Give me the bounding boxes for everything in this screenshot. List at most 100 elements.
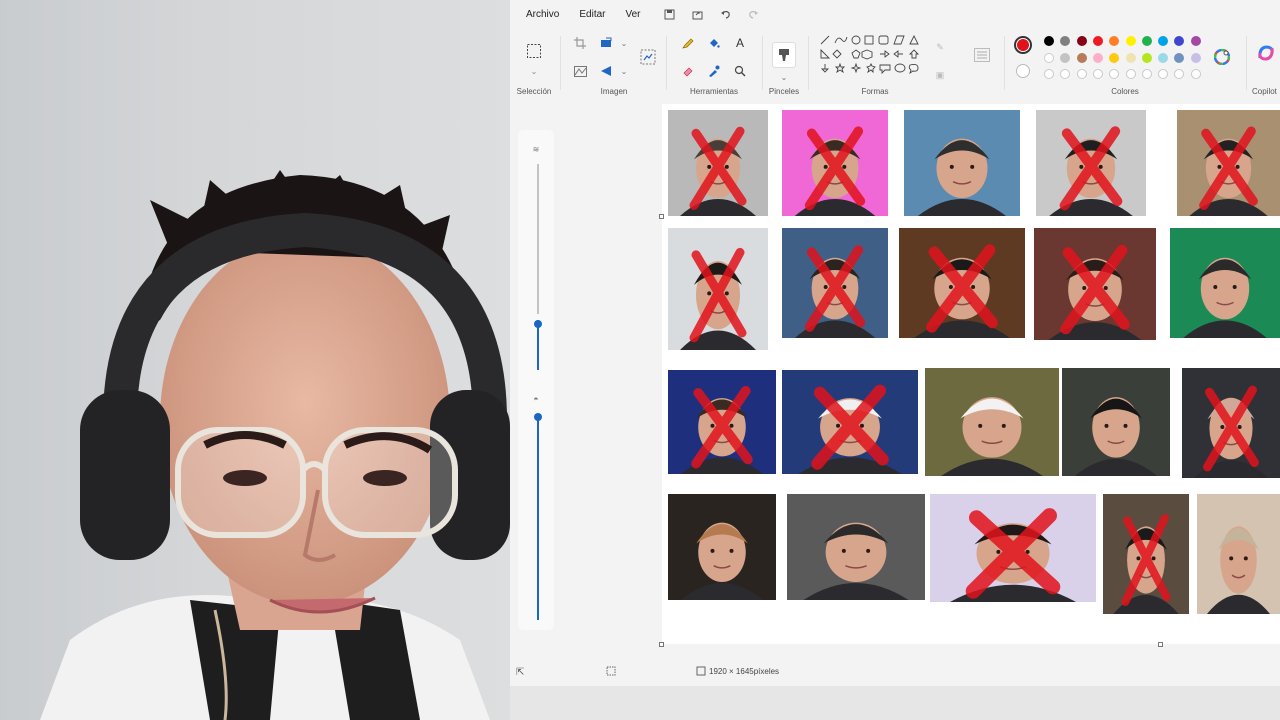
chevron-down-icon[interactable]: ⌄ xyxy=(614,62,634,80)
selection-rectangle-icon[interactable] xyxy=(524,42,544,60)
group-herramientas: A Herramientas xyxy=(670,28,758,100)
color-swatch[interactable] xyxy=(1190,36,1201,46)
group-label-imagen: Imagen xyxy=(600,87,628,96)
color-swatch[interactable] xyxy=(1044,36,1054,46)
resize-handle-bottom[interactable] xyxy=(1158,642,1163,647)
group-label-herramientas: Herramientas xyxy=(689,87,738,96)
group-label-colores: Colores xyxy=(1111,87,1139,96)
group-seleccion: ⌄ Selección xyxy=(510,28,558,100)
custom-color-slot[interactable] xyxy=(1141,69,1152,79)
opacity-icon[interactable]: ◓ xyxy=(526,390,546,408)
canvas-photo-thumbnail xyxy=(1182,368,1280,478)
custom-color-slot[interactable] xyxy=(1158,69,1169,79)
opacity-slider-knob[interactable] xyxy=(534,413,542,421)
chevron-down-icon[interactable]: ⌄ xyxy=(614,34,634,52)
canvas-size-icon xyxy=(696,666,706,678)
group-copilot: Copilot xyxy=(1248,28,1280,100)
shapes-gallery[interactable] xyxy=(818,34,926,80)
color-swatch[interactable] xyxy=(1092,53,1103,63)
menu-ver[interactable]: Ver xyxy=(617,5,648,24)
group-colores: Colores xyxy=(1008,28,1242,100)
canvas-photo-thumbnail xyxy=(787,494,925,600)
custom-color-slot[interactable] xyxy=(1060,69,1071,79)
color-swatch[interactable] xyxy=(1125,53,1136,63)
fill-bucket-icon[interactable] xyxy=(704,34,724,52)
custom-color-slot[interactable] xyxy=(1174,69,1185,79)
resize-handle-bottom-left[interactable] xyxy=(659,642,664,647)
color-swatch[interactable] xyxy=(1174,36,1185,46)
custom-color-slot[interactable] xyxy=(1109,69,1120,79)
canvas-photo-thumbnail xyxy=(1036,110,1146,216)
color-swatch[interactable] xyxy=(1092,36,1103,46)
color-swatch[interactable] xyxy=(1044,53,1054,63)
canvas-photo-thumbnail xyxy=(668,370,776,474)
opacity-slider-fill xyxy=(537,415,539,620)
redo-icon[interactable] xyxy=(743,4,765,24)
status-bar: ⇱ 1920 × 1645píxeles xyxy=(510,660,1280,686)
custom-color-slot[interactable] xyxy=(1092,69,1103,79)
color-swatch[interactable] xyxy=(1060,53,1071,63)
canvas-photo-thumbnail xyxy=(668,494,776,600)
canvas-photo-thumbnail xyxy=(668,228,768,350)
size-slider-track[interactable] xyxy=(537,164,539,314)
divider xyxy=(808,36,809,90)
crop-icon[interactable] xyxy=(570,34,590,52)
canvas-photo-thumbnail xyxy=(925,368,1059,476)
edit-colors-icon[interactable] xyxy=(1212,48,1232,66)
color-swatch[interactable] xyxy=(1174,53,1185,63)
menu-archivo[interactable]: Archivo xyxy=(518,5,567,24)
resize-icon[interactable] xyxy=(596,34,616,52)
shape-fill-icon[interactable]: ▣ xyxy=(930,66,950,84)
custom-color-slot[interactable] xyxy=(1044,69,1054,79)
magnifier-icon[interactable] xyxy=(730,62,750,80)
color-swatch[interactable] xyxy=(1060,36,1071,46)
group-imagen: ⌄ ⌄ Imagen xyxy=(566,28,662,100)
rotate-icon[interactable] xyxy=(596,62,616,80)
line-thickness-icon[interactable] xyxy=(972,46,992,64)
color-picker-icon[interactable] xyxy=(704,62,724,80)
zoom-sidebar: ≋ ◓ xyxy=(518,130,554,630)
custom-color-slot[interactable] xyxy=(1190,69,1201,79)
undo-icon[interactable] xyxy=(715,4,737,24)
eraser-icon[interactable] xyxy=(678,62,698,80)
color-swatch[interactable] xyxy=(1125,36,1136,46)
color-swatch[interactable] xyxy=(1141,36,1152,46)
size-slider-knob[interactable] xyxy=(534,320,542,328)
custom-color-slot[interactable] xyxy=(1125,69,1136,79)
color-swatch[interactable] xyxy=(1076,36,1087,46)
layers-icon[interactable]: ≋ xyxy=(526,140,546,158)
webcam-person-illustration xyxy=(40,170,510,720)
color-swatch[interactable] xyxy=(1109,36,1120,46)
brush-icon[interactable] xyxy=(772,42,796,68)
primary-color-swatch[interactable] xyxy=(1014,36,1032,54)
image-select-icon[interactable] xyxy=(638,48,658,66)
share-icon[interactable] xyxy=(687,4,709,24)
canvas-photo-thumbnail xyxy=(1034,228,1156,340)
ribbon: ⌄ Selección ⌄ ⌄ Imagen A Herramientas ⌄ … xyxy=(510,28,1280,100)
color-swatch[interactable] xyxy=(1076,53,1087,63)
screen: Archivo Editar Ver ⌄ Selección ⌄ ⌄ Image… xyxy=(0,0,1280,720)
color-swatch[interactable] xyxy=(1190,53,1201,63)
color-swatch[interactable] xyxy=(1109,53,1120,63)
chevron-down-icon[interactable]: ⌄ xyxy=(774,68,794,86)
pointer-icon: ⇱ xyxy=(516,667,525,678)
drawing-canvas[interactable] xyxy=(662,104,1280,644)
menu-editar[interactable]: Editar xyxy=(571,5,613,24)
chevron-down-icon[interactable]: ⌄ xyxy=(524,62,544,80)
canvas-photo-thumbnail xyxy=(1197,494,1280,614)
custom-color-slot[interactable] xyxy=(1076,69,1087,79)
pencil-icon[interactable] xyxy=(678,34,698,52)
canvas-photo-thumbnail xyxy=(1170,228,1280,338)
resize-handle-left[interactable] xyxy=(659,214,664,219)
image-filter-icon[interactable] xyxy=(570,62,590,80)
secondary-color-swatch[interactable] xyxy=(1016,64,1030,78)
color-swatch[interactable] xyxy=(1141,53,1152,63)
color-swatch[interactable] xyxy=(1158,36,1169,46)
save-icon[interactable] xyxy=(659,4,681,24)
text-icon[interactable]: A xyxy=(730,34,750,52)
canvas-photo-thumbnail xyxy=(1062,368,1170,476)
shape-outline-icon[interactable]: ✎ xyxy=(930,38,950,56)
copilot-icon[interactable] xyxy=(1256,44,1276,62)
color-swatch[interactable] xyxy=(1158,53,1169,63)
group-label-copilot: Copilot xyxy=(1252,87,1277,96)
